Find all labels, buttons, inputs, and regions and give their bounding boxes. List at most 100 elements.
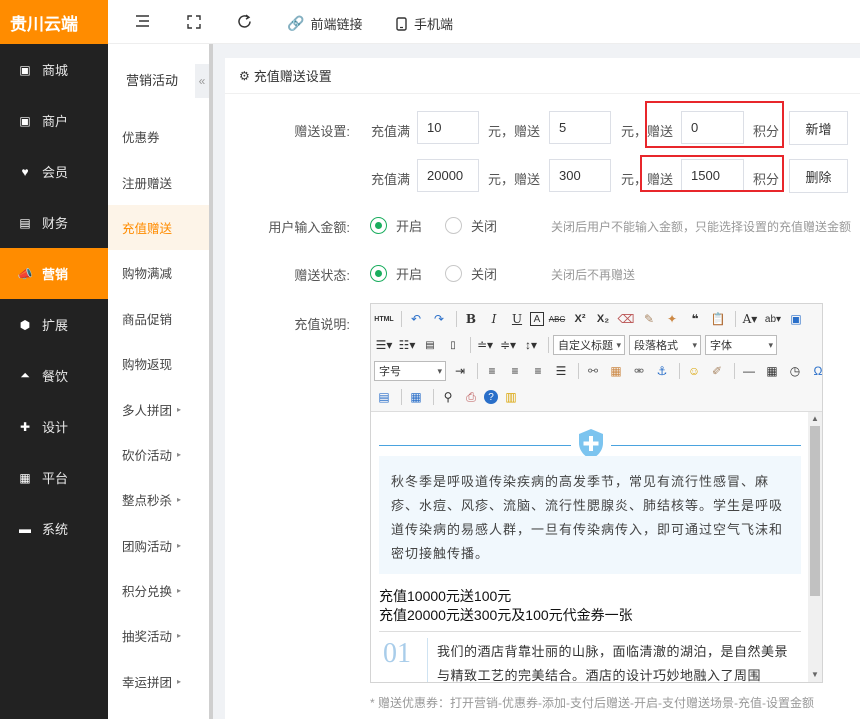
link-icon[interactable]: ⚯ (583, 361, 603, 381)
add-row-button[interactable]: 新增 (789, 111, 848, 145)
html-source-icon[interactable]: HTML (374, 309, 394, 329)
select-all-icon[interactable]: ▤ (420, 335, 440, 355)
date-icon[interactable]: ▦ (762, 361, 782, 381)
row-spacing-bottom-icon[interactable]: ≑▾ (498, 335, 518, 355)
unlink-icon[interactable]: ⚮ (629, 361, 649, 381)
bold-icon[interactable]: B (461, 309, 481, 329)
status-on-radio[interactable]: 开启 (370, 264, 422, 283)
frontend-link-label: 前端链接 (310, 17, 363, 32)
eraser-icon[interactable]: ⌫ (616, 309, 636, 329)
sub-nav-item[interactable]: 整点秒杀 ▸ (108, 477, 209, 522)
align-left-icon[interactable]: ≡ (482, 361, 502, 381)
sub-nav-item-label: 积分兑换 (122, 585, 173, 600)
scroll-down-icon[interactable]: ▼ (811, 670, 819, 679)
preview-icon[interactable]: ▣ (786, 309, 806, 329)
superscript-icon[interactable]: X² (570, 309, 590, 329)
format-brush-icon[interactable]: ✎ (639, 309, 659, 329)
paragraph-select[interactable]: 段落格式 (629, 335, 701, 355)
mobile-button[interactable]: 手机端 (396, 14, 453, 33)
refresh-button[interactable] (237, 14, 252, 29)
sub-nav-item[interactable]: 积分兑换 ▸ (108, 568, 209, 613)
insert-table-icon[interactable]: ▦ (406, 387, 426, 407)
sub-nav-item[interactable]: 注册赠送 (108, 159, 209, 204)
delete-row-button[interactable]: 删除 (789, 159, 848, 193)
scroll-thumb[interactable] (810, 426, 820, 596)
editor-scrollbar[interactable]: ▲ ▼ (808, 412, 822, 682)
row2-gift-input[interactable]: 300 (549, 159, 611, 192)
horizontal-rule-icon[interactable]: — (739, 361, 759, 381)
sub-nav-item[interactable]: 充值赠送 (108, 204, 209, 251)
nav-item-label: 商城 (42, 63, 69, 78)
sub-nav-item[interactable]: 多人拼团 ▸ (108, 386, 209, 431)
highlight-color-icon[interactable]: ab▾ (763, 309, 783, 329)
insert-frame-icon[interactable]: ▤ (374, 387, 394, 407)
italic-icon[interactable]: I (484, 309, 504, 329)
strikethrough-icon[interactable]: ABC (547, 309, 567, 329)
sub-nav-item[interactable]: 商品促销 (108, 296, 209, 341)
nav-item[interactable]: ✚ 设计 (0, 401, 108, 452)
nav-item[interactable]: ⏶ 餐饮 (0, 350, 108, 401)
nav-item[interactable]: ▤ 财务 (0, 197, 108, 248)
nav-item[interactable]: ▣ 商城 (0, 44, 108, 95)
row1-amount-input[interactable]: 10 (417, 111, 479, 144)
paste-text-icon[interactable]: 📋 (708, 309, 728, 329)
custom-title-select[interactable]: 自定义标题 (553, 335, 625, 355)
underline-icon[interactable]: U (507, 309, 527, 329)
nav-item[interactable]: ▬ 系统 (0, 503, 108, 554)
align-center-icon[interactable]: ≡ (505, 361, 525, 381)
undo-icon[interactable]: ↶ (406, 309, 426, 329)
editor-content[interactable]: 秋冬季是呼吸道传染疾病的高发季节，常见有流行性感冒、麻疹、水痘、风疹、流脑、流行… (371, 412, 808, 682)
row2-amount-input[interactable]: 20000 (417, 159, 479, 192)
panel-title-text: 充值赠送设置 (253, 69, 332, 84)
nav-item[interactable]: ▦ 平台 (0, 452, 108, 503)
time-icon[interactable]: ◷ (785, 361, 805, 381)
fullscreen-button[interactable] (187, 15, 201, 29)
sub-nav-item[interactable]: 幸运拼团 ▸ (108, 659, 209, 704)
font-family-select[interactable]: 字体 (705, 335, 777, 355)
user-input-on-radio[interactable]: 开启 (370, 216, 422, 235)
auto-format-icon[interactable]: ✦ (662, 309, 682, 329)
collapse-button[interactable]: « (195, 64, 209, 98)
font-size-select[interactable]: 字号 (374, 361, 446, 381)
sub-nav-item[interactable]: 优惠券 (108, 114, 209, 159)
sub-nav-item[interactable]: 抽奖活动 ▸ (108, 613, 209, 658)
anchor-icon[interactable]: ⚓ (652, 361, 672, 381)
charts-icon[interactable]: ▥ (501, 387, 521, 407)
sub-nav-item[interactable]: 购物返现 (108, 341, 209, 386)
sub-nav-item[interactable]: 购物满减 (108, 250, 209, 295)
status-off-radio[interactable]: 关闭 (445, 264, 497, 283)
scroll-up-icon[interactable]: ▲ (811, 414, 819, 423)
sub-nav-item[interactable]: 团购活动 ▸ (108, 523, 209, 568)
font-color-icon[interactable]: A▾ (740, 309, 760, 329)
frontend-link-button[interactable]: 🔗 前端链接 (287, 14, 362, 33)
nav-item[interactable]: ⬢ 扩展 (0, 299, 108, 350)
nav-item[interactable]: ▣ 商户 (0, 95, 108, 146)
line-height-icon[interactable]: ↕▾ (521, 335, 541, 355)
subscript-icon[interactable]: X₂ (593, 309, 613, 329)
scrawl-icon[interactable]: ✐ (707, 361, 727, 381)
ordered-list-icon[interactable]: ☰▾ (374, 335, 394, 355)
align-right-icon[interactable]: ≡ (528, 361, 548, 381)
user-input-off-radio[interactable]: 关闭 (445, 216, 497, 235)
unordered-list-icon[interactable]: ☷▾ (397, 335, 417, 355)
redo-icon[interactable]: ↷ (429, 309, 449, 329)
row1-gift-input[interactable]: 5 (549, 111, 611, 144)
row-spacing-top-icon[interactable]: ≐▾ (475, 335, 495, 355)
sub-nav-item-label: 整点秒杀 (122, 494, 173, 509)
notice-box: 秋冬季是呼吸道传染疾病的高发季节，常见有流行性感冒、麻疹、水痘、风疹、流脑、流行… (379, 456, 801, 574)
nav-item[interactable]: ♥ 会员 (0, 146, 108, 197)
print-icon[interactable]: ⎙ (461, 387, 481, 407)
nav-item[interactable]: 📣 营销 (0, 248, 108, 299)
image-icon[interactable]: ▦ (606, 361, 626, 381)
font-border-icon[interactable]: A (530, 312, 544, 326)
special-chars-icon[interactable]: Ω (808, 361, 828, 381)
menu-toggle-button[interactable] (135, 14, 150, 28)
blockquote-icon[interactable]: ❝ (685, 309, 705, 329)
clear-doc-icon[interactable]: ▯ (443, 335, 463, 355)
search-replace-icon[interactable]: ⚲ (438, 387, 458, 407)
sub-nav-item[interactable]: 砍价活动 ▸ (108, 432, 209, 477)
help-icon[interactable]: ? (484, 390, 498, 404)
align-justify-icon[interactable]: ☰ (551, 361, 571, 381)
indent-icon[interactable]: ⇥ (450, 361, 470, 381)
emotion-icon[interactable]: ☺ (684, 361, 704, 381)
